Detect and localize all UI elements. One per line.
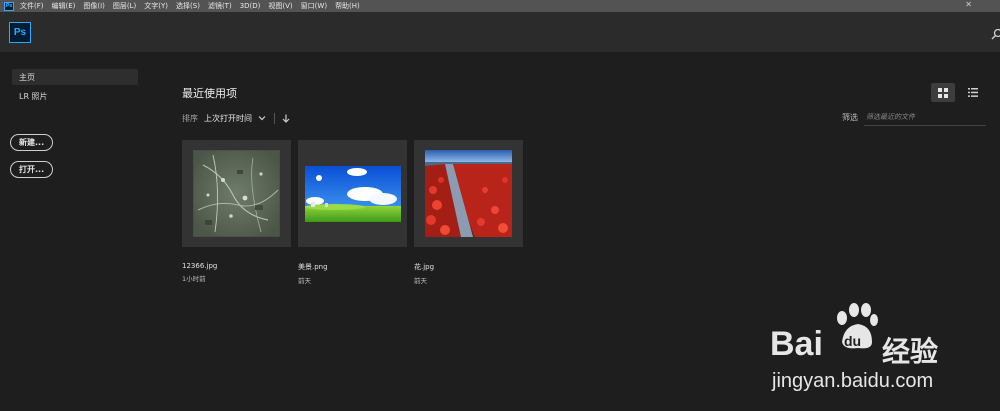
file-thumbnail[interactable]: [298, 140, 407, 247]
sort-row: 排序 上次打开时间: [182, 112, 290, 124]
sidebar-item-lr-photos[interactable]: LR 照片: [12, 88, 138, 104]
menu-filter[interactable]: 滤镜(T): [208, 1, 232, 11]
menu-image[interactable]: 图像(I): [83, 1, 105, 11]
app-icon[interactable]: Ps: [4, 1, 14, 11]
grid-icon: [938, 87, 948, 98]
menu-file[interactable]: 文件(F): [20, 1, 44, 11]
close-icon[interactable]: ✕: [965, 0, 972, 9]
menu-view[interactable]: 视图(V): [268, 1, 292, 11]
watermark-brand-du: du: [844, 333, 862, 349]
sort-direction-arrow-icon[interactable]: [282, 114, 290, 123]
file-name[interactable]: 美景.png: [298, 262, 407, 272]
file-time: 前天: [414, 277, 427, 285]
page-title: 最近使用项: [182, 87, 237, 100]
file-time: 前天: [298, 277, 311, 285]
sidebar-item-label: 主页: [19, 72, 35, 82]
file-thumbnail[interactable]: [414, 140, 523, 247]
divider: [274, 112, 275, 124]
open-button[interactable]: 打开...: [10, 161, 54, 178]
file-time: 1小时前: [182, 275, 206, 283]
menu-3d[interactable]: 3D(D): [240, 2, 261, 10]
menu-edit[interactable]: 编辑(E): [52, 1, 76, 11]
new-button[interactable]: 新建...: [10, 134, 54, 151]
watermark-suffix: 经验: [882, 336, 939, 367]
watermark-url: jingyan.baidu.com: [772, 370, 934, 392]
blue-sky-meadow-image: [304, 165, 401, 222]
menu-help[interactable]: 帮助(H): [335, 1, 360, 11]
file-card[interactable]: 12366.jpg 1小时前: [182, 140, 291, 283]
grid-view-button[interactable]: [931, 83, 955, 102]
sidebar-item-home[interactable]: 主页: [12, 69, 138, 85]
file-card[interactable]: 花.jpg 前天: [414, 140, 523, 285]
menu-select[interactable]: 选择(S): [176, 1, 200, 11]
list-view-button[interactable]: [964, 83, 982, 102]
list-icon: [968, 88, 978, 97]
menu-bar: Ps 文件(F) 编辑(E) 图像(I) 图层(L) 文字(Y) 选择(S) 滤…: [0, 0, 1000, 12]
filter-label: 筛选: [842, 113, 858, 122]
filter-input[interactable]: [864, 108, 986, 126]
file-card[interactable]: 美景.png 前天: [298, 140, 407, 285]
chevron-down-icon[interactable]: [258, 114, 266, 122]
menu-layer[interactable]: 图层(L): [113, 1, 136, 11]
file-name[interactable]: 12366.jpg: [182, 262, 291, 270]
photoshop-logo[interactable]: Ps: [9, 22, 31, 43]
sidebar-item-label: LR 照片: [19, 91, 48, 101]
red-tulip-field-image: [425, 150, 512, 237]
file-thumbnail[interactable]: [182, 140, 291, 247]
watermark-brand: Bai: [770, 325, 823, 363]
sort-dropdown[interactable]: 上次打开时间: [204, 113, 252, 124]
file-name[interactable]: 花.jpg: [414, 262, 523, 272]
menu-type[interactable]: 文字(Y): [144, 1, 168, 11]
baidu-watermark: Bai du 经验 jingyan.baidu.com: [770, 300, 980, 400]
menu-window[interactable]: 窗口(W): [301, 1, 327, 11]
sort-label: 排序: [182, 113, 198, 123]
search-icon[interactable]: [991, 28, 1000, 40]
aerial-map-image: [193, 150, 280, 237]
header-bar: Ps: [0, 12, 1000, 52]
